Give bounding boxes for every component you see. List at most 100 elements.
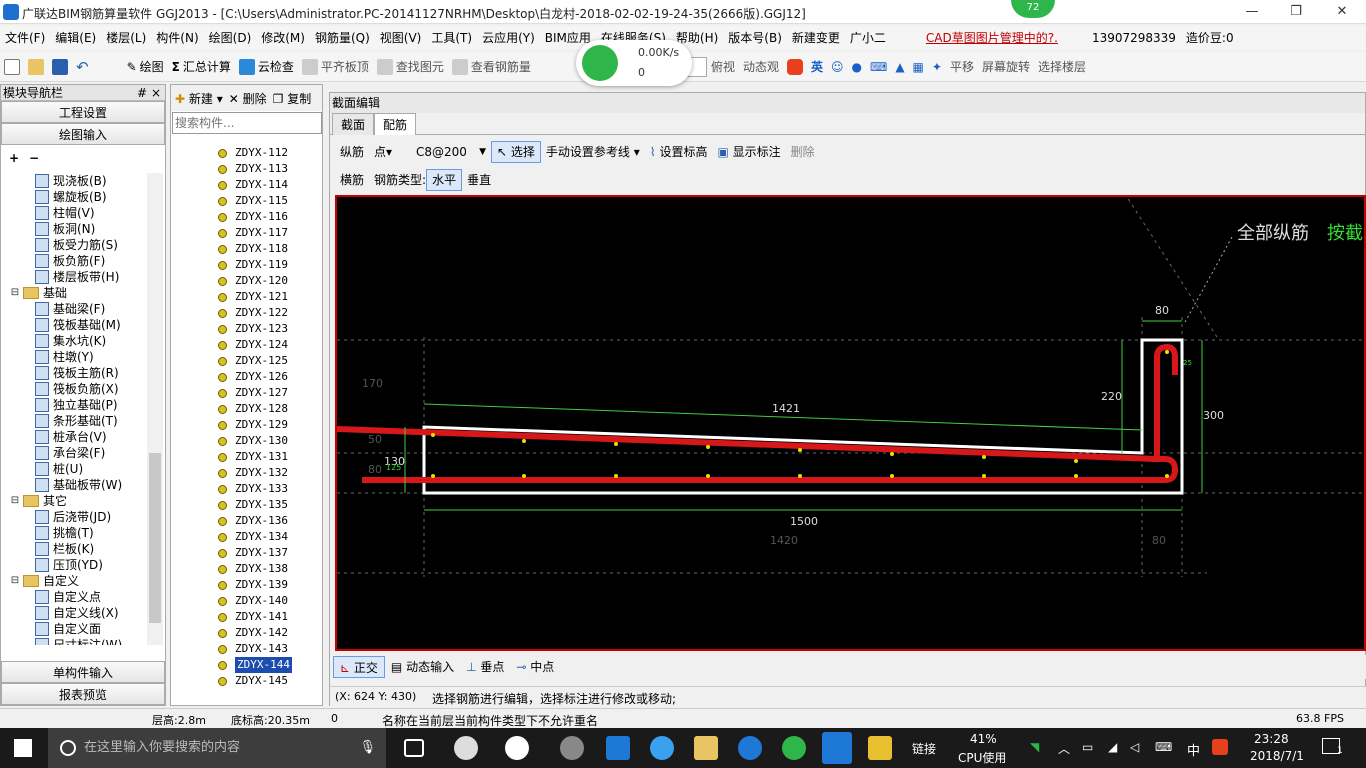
fan-app-icon[interactable]: [454, 736, 478, 760]
dynamic-input-button[interactable]: ▤ 动态输入: [385, 656, 460, 678]
component-list-item[interactable]: ZDYX-132: [171, 465, 322, 481]
nav-tree-item[interactable]: 柱帽(V): [1, 205, 147, 221]
show-annotation-button[interactable]: ▣ 显示标注: [712, 141, 785, 163]
ime-indicator[interactable]: 中: [1187, 740, 1200, 759]
wifi-tray-icon[interactable]: ◥: [1030, 740, 1039, 754]
wrench-icon[interactable]: ✦: [928, 54, 946, 80]
component-list-item[interactable]: ZDYX-126: [171, 369, 322, 385]
component-list-item[interactable]: ZDYX-118: [171, 241, 322, 257]
cloud-check-button[interactable]: 云检查: [235, 54, 298, 80]
clock-time[interactable]: 23:28: [1254, 732, 1289, 746]
glodon-g-icon[interactable]: [738, 736, 762, 760]
rebar-points[interactable]: [431, 350, 1169, 478]
vertical-button[interactable]: 垂直: [462, 169, 496, 191]
battery-icon[interactable]: ▭: [1082, 740, 1093, 754]
hook-rebar[interactable]: [362, 343, 1179, 483]
nav-tree-item[interactable]: 筏板主筋(R): [1, 365, 147, 381]
ime-english-label[interactable]: 英: [807, 54, 827, 80]
nav-tree-item[interactable]: 挑檐(T): [1, 525, 147, 541]
nav-tree-item[interactable]: 板洞(N): [1, 221, 147, 237]
align-slab-top-button[interactable]: 平齐板顶: [298, 54, 373, 80]
copy-component-button[interactable]: ❐ 复制: [273, 90, 312, 107]
manual-ref-line-button[interactable]: 手动设置参考线 ▾: [541, 141, 645, 163]
link-label[interactable]: 链接: [912, 740, 936, 757]
component-list-item[interactable]: ZDYX-145: [171, 673, 322, 689]
sogou-tray-icon[interactable]: [1212, 739, 1228, 755]
draw-button[interactable]: ✎ 绘图: [123, 54, 168, 80]
network-icon[interactable]: ◢: [1108, 740, 1117, 754]
tab-reinforcement[interactable]: 配筋: [374, 112, 417, 135]
menu-phone[interactable]: 13907298339: [1087, 26, 1181, 50]
open-folder-icon[interactable]: [24, 54, 48, 80]
nav-tree-item[interactable]: 压顶(YD): [1, 557, 147, 573]
menu-modify[interactable]: 修改(M): [256, 26, 310, 50]
menu-view[interactable]: 视图(V): [375, 26, 427, 50]
nav-tree-item[interactable]: 板负筋(F): [1, 253, 147, 269]
minimize-button[interactable]: —: [1242, 2, 1262, 22]
nav-tree-item[interactable]: 现浇板(B): [1, 173, 147, 189]
nav-tree-folder[interactable]: ⊟ 自定义: [1, 573, 147, 589]
component-list-item[interactable]: ZDYX-129: [171, 417, 322, 433]
project-settings-button[interactable]: 工程设置: [1, 101, 165, 123]
menu-draw[interactable]: 绘图(D): [204, 26, 257, 50]
component-list-item[interactable]: ZDYX-131: [171, 449, 322, 465]
nav-tree-item[interactable]: 螺旋板(B): [1, 189, 147, 205]
ggj-app-icon[interactable]: [822, 732, 852, 764]
keyboard-tray-icon[interactable]: ⌨: [1155, 740, 1172, 754]
nav-pin-icon[interactable]: #: [137, 85, 147, 101]
component-list-item[interactable]: ZDYX-121: [171, 289, 322, 305]
component-list-item[interactable]: ZDYX-127: [171, 385, 322, 401]
windows-start-icon[interactable]: [14, 739, 32, 757]
menu-floor[interactable]: 楼层(L): [101, 26, 151, 50]
edge-browser-icon[interactable]: [606, 736, 630, 760]
close-button[interactable]: ✕: [1332, 2, 1352, 22]
menu-file[interactable]: 文件(F): [0, 26, 50, 50]
nav-tree-item[interactable]: 后浇带(JD): [1, 509, 147, 525]
single-component-input-button[interactable]: 单构件输入: [1, 661, 165, 683]
drawing-input-button[interactable]: 绘图输入: [1, 123, 165, 145]
midpoint-button[interactable]: ⊸ 中点: [510, 656, 560, 678]
nav-tree-item[interactable]: 自定义线(X): [1, 605, 147, 621]
component-list-item[interactable]: ZDYX-125: [171, 353, 322, 369]
drawing-canvas[interactable]: 全部纵筋 按截 80 220 300 1421 130 1500 170 50 …: [335, 195, 1366, 651]
undo-icon[interactable]: ↶: [72, 54, 93, 80]
menu-cad-link[interactable]: CAD草图图片管理中的?.: [921, 26, 1063, 50]
section-drawing[interactable]: 全部纵筋 按截 80 220 300 1421 130 1500 170 50 …: [337, 197, 1364, 649]
component-list-item[interactable]: ZDYX-119: [171, 257, 322, 273]
top-view-button[interactable]: 俯视: [707, 54, 739, 80]
annotation-green[interactable]: 按截: [1327, 223, 1363, 244]
nav-tree-item[interactable]: 基础板带(W): [1, 477, 147, 493]
component-list-item[interactable]: ZDYX-130: [171, 433, 322, 449]
component-list-item[interactable]: ZDYX-122: [171, 305, 322, 321]
pan-button[interactable]: 平移: [946, 54, 978, 80]
nav-tree-item[interactable]: 基础梁(F): [1, 301, 147, 317]
screen-rotate-button[interactable]: 屏幕旋转: [978, 54, 1034, 80]
component-list-item[interactable]: ZDYX-128: [171, 401, 322, 417]
nav-tree-item[interactable]: 集水坑(K): [1, 333, 147, 349]
component-list-item[interactable]: ZDYX-137: [171, 545, 322, 561]
component-list-item[interactable]: ZDYX-114: [171, 177, 322, 193]
component-list-item[interactable]: ZDYX-117: [171, 225, 322, 241]
component-search-input[interactable]: [172, 112, 322, 134]
component-list-item[interactable]: ZDYX-142: [171, 625, 322, 641]
file-explorer-icon[interactable]: [694, 736, 718, 760]
section-outline[interactable]: [422, 338, 1184, 495]
transverse-label[interactable]: 横筋: [335, 169, 369, 191]
chat-app-icon[interactable]: [560, 736, 584, 760]
delete-rebar-button[interactable]: 删除: [786, 141, 820, 163]
nav-tree-item[interactable]: 楼层板带(H): [1, 269, 147, 285]
nav-tree-item[interactable]: 筏板基础(M): [1, 317, 147, 333]
component-list-item[interactable]: ZDYX-139: [171, 577, 322, 593]
nav-tree-item[interactable]: 自定义点: [1, 589, 147, 605]
nav-tree-item[interactable]: 栏板(K): [1, 541, 147, 557]
component-list-item[interactable]: ZDYX-143: [171, 641, 322, 657]
component-list-item[interactable]: ZDYX-123: [171, 321, 322, 337]
microphone-icon[interactable]: 🎙: [359, 728, 376, 768]
mic-icon[interactable]: ●: [848, 54, 866, 80]
nav-tree-item[interactable]: 承台梁(F): [1, 445, 147, 461]
nav-tree-folder[interactable]: ⊟ 其它: [1, 493, 147, 509]
nav-tree-item[interactable]: 板受力筋(S): [1, 237, 147, 253]
menu-tools[interactable]: 工具(T): [426, 26, 477, 50]
menu-rebar-qty[interactable]: 钢筋量(Q): [310, 26, 375, 50]
nav-tree-item[interactable]: 桩承台(V): [1, 429, 147, 445]
